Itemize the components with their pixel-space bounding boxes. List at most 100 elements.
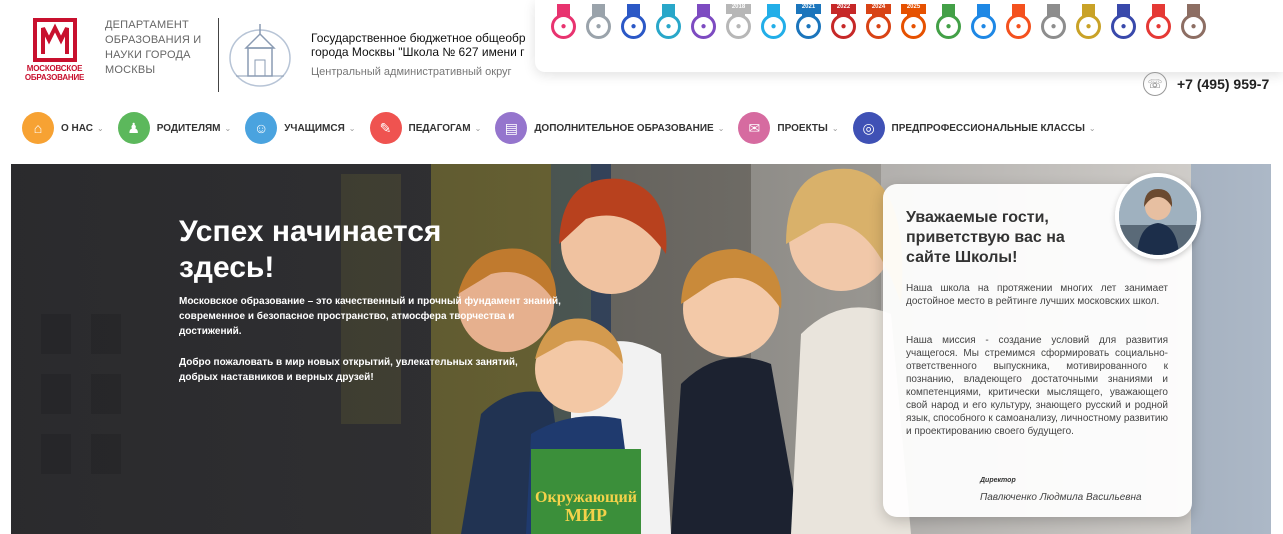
badge-medal: ● (621, 14, 646, 39)
site-header: МОСКОВСКОЕ ОБРАЗОВАНИЕ ДЕПАРТАМЕНТ ОБРАЗ… (0, 0, 1283, 100)
plant-2025-badge-icon[interactable]: ● 2025 (901, 4, 926, 51)
welcome-paragraph-1: Наша школа на протяжении многих лет зани… (906, 283, 1168, 307)
student-icon: ☺ (245, 112, 278, 144)
key-2024-badge-icon[interactable]: ● 2024 (866, 4, 891, 51)
sigma-badge-icon[interactable]: ● (1006, 4, 1031, 51)
badge-medal: ● (971, 14, 996, 39)
mesh-badge-icon[interactable]: ● (1111, 4, 1136, 51)
badge-medal: ● (656, 14, 681, 39)
director-role: Директор (980, 477, 1016, 484)
hero-title: Успех начинается здесь! (179, 215, 442, 284)
gold-badge-icon[interactable]: ● (1076, 4, 1101, 51)
badge-year: 2022 (831, 4, 856, 14)
nav-item-7[interactable]: ◎ ПРЕДПРОФЕССИОНАЛЬНЫЕ КЛАССЫ ⌄ (852, 112, 1096, 144)
school-title[interactable]: Государственное бюджетное общеобр города… (311, 31, 541, 59)
tech-badge-icon[interactable]: ● (761, 4, 786, 51)
textbook-title: Окружающий (535, 489, 637, 506)
nav-label: О НАС (61, 122, 93, 134)
badge-year: 2021 (796, 4, 821, 14)
hero-welcome: Добро пожаловать в мир новых открытий, у… (179, 357, 518, 383)
department-block[interactable]: МОСКОВСКОЕ ОБРАЗОВАНИЕ ДЕПАРТАМЕНТ ОБРАЗ… (22, 18, 205, 93)
nav-item-5[interactable]: ▤ ДОПОЛНИТЕЛЬНОЕ ОБРАЗОВАНИЕ ⌄ (495, 112, 724, 144)
welcome-paragraph-2: Наша миссия - создание условий для разви… (906, 335, 1168, 437)
nav-label: РОДИТЕЛЯМ (156, 122, 221, 134)
phone-contact[interactable]: ☏ +7 (495) 959-7 (1143, 72, 1269, 96)
chevron-down-icon: ⌄ (717, 123, 725, 133)
nav-label: ПРОЕКТЫ (777, 122, 828, 134)
hero-intro: Московское образование – это качественны… (179, 296, 561, 337)
nav-item-4[interactable]: ✎ ПЕДАГОГАМ ⌄ (369, 112, 482, 144)
nav-label: УЧАЩИМСЯ (284, 122, 345, 134)
badge-medal: ● (1041, 14, 1066, 39)
welcome-title: Уважаемые гости, приветствую вас на сайт… (906, 209, 1065, 266)
school-district: Центральный административный округ (311, 66, 512, 78)
book-icon: ▤ (495, 112, 528, 144)
mask-badge-icon[interactable]: ● (621, 4, 646, 51)
family-icon: ♟ (117, 112, 150, 144)
school-title-line2: города Москвы "Школа № 627 имени г (311, 45, 525, 59)
eco-badge-icon[interactable]: ● (936, 4, 961, 51)
director-name: Павлюченко Людмила Васильевна (980, 492, 1142, 503)
badge-medal: ● (586, 14, 611, 39)
badge-medal: ● (761, 14, 786, 39)
nav-item-2[interactable]: ♟ РОДИТЕЛЯМ ⌄ (117, 112, 232, 144)
phone-number[interactable]: +7 (495) 959-7 (1177, 76, 1269, 92)
nav-label: ДОПОЛНИТЕЛЬНОЕ ОБРАЗОВАНИЕ (534, 122, 714, 134)
chevron-down-icon: ⌄ (348, 123, 356, 133)
badge-medal: ● (1181, 14, 1206, 39)
badge-medal: ● (1146, 14, 1171, 39)
badge-medal: ● (691, 14, 716, 39)
school-emblem[interactable] (228, 20, 292, 90)
chevron-down-icon: ⌄ (224, 123, 232, 133)
awards-strip: ● ● ● ● ● ● 2018 ● ● 2021 ● 2022 ● 2024 ● 2025 ● ● ● ● ● ● ● ● (535, 0, 1283, 72)
badge-medal: ● (831, 14, 856, 39)
header-divider (218, 18, 219, 92)
director-avatar[interactable] (1115, 173, 1201, 259)
books-badge-icon[interactable]: ● (971, 4, 996, 51)
projects-icon: ✉ (738, 112, 771, 144)
2018-badge-icon[interactable]: ● 2018 (726, 4, 751, 51)
badge-medal: ● (936, 14, 961, 39)
department-name[interactable]: ДЕПАРТАМЕНТ ОБРАЗОВАНИЯ И НАУКИ ГОРОДА М… (105, 18, 205, 78)
badge-medal: ● (796, 14, 821, 39)
chevron-down-icon: ⌄ (474, 123, 482, 133)
laurel-badge-icon[interactable]: ● (1041, 4, 1066, 51)
logo-caption: МОСКОВСКОЕ ОБРАЗОВАНИЕ (24, 64, 85, 82)
owl-badge-icon[interactable]: ● (1181, 4, 1206, 51)
badge-medal: ● (1006, 14, 1031, 39)
nav-item-6[interactable]: ✉ ПРОЕКТЫ ⌄ (738, 112, 839, 144)
nav-item-3[interactable]: ☺ УЧАЩИМСЯ ⌄ (245, 112, 356, 144)
badge-medal: ● (1076, 14, 1101, 39)
school-title-line1: Государственное бюджетное общеобр (311, 31, 526, 45)
director-welcome-card: Уважаемые гости, приветствую вас на сайт… (883, 173, 1201, 517)
nose-badge-icon[interactable]: ● (551, 4, 576, 51)
globe-icon: ◎ (852, 112, 885, 144)
2021-badge-icon[interactable]: ● 2021 (796, 4, 821, 51)
moscow-education-logo[interactable]: МОСКОВСКОЕ ОБРАЗОВАНИЕ (22, 18, 87, 93)
textbook-subtitle: МИР (565, 505, 607, 525)
heart-badge-icon[interactable]: ● (656, 4, 681, 51)
nav-label: ПЕДАГОГАМ (408, 122, 471, 134)
nav-label: ПРЕДПРОФЕССИОНАЛЬНЫЕ КЛАССЫ (891, 122, 1085, 134)
nav-item-1[interactable]: ⌂ О НАС ⌄ (22, 112, 104, 144)
coin-badge-icon[interactable]: ● (691, 4, 716, 51)
badge-medal: ● (1111, 14, 1136, 39)
badge-year: 2024 (866, 4, 891, 14)
chevron-down-icon: ⌄ (1088, 123, 1096, 133)
book-badge-icon[interactable]: ● (586, 4, 611, 51)
main-nav: ⌂ О НАС ⌄ ♟ РОДИТЕЛЯМ ⌄ ☺ УЧАЩИМСЯ ⌄ ✎ ПЕДАГОГАМ ⌄ ▤… (22, 111, 1110, 145)
chevron-down-icon: ⌄ (96, 123, 104, 133)
chevron-down-icon: ⌄ (831, 123, 839, 133)
badge-medal: ● (551, 14, 576, 39)
home-icon: ⌂ (22, 112, 54, 144)
badge-year: 2018 (726, 4, 751, 14)
badge-medal: ● (901, 14, 926, 39)
teacher-icon: ✎ (369, 112, 402, 144)
badge-medal: ● (866, 14, 891, 39)
badge-medal: ● (726, 14, 751, 39)
flower-badge-icon[interactable]: ● (1146, 4, 1171, 51)
hero-banner: Окружающий МИР Успех начинается здесь! М… (11, 164, 1271, 534)
heart-2022-badge-icon[interactable]: ● 2022 (831, 4, 856, 51)
phone-icon: ☏ (1143, 72, 1167, 96)
director-portrait-icon (1119, 177, 1197, 255)
